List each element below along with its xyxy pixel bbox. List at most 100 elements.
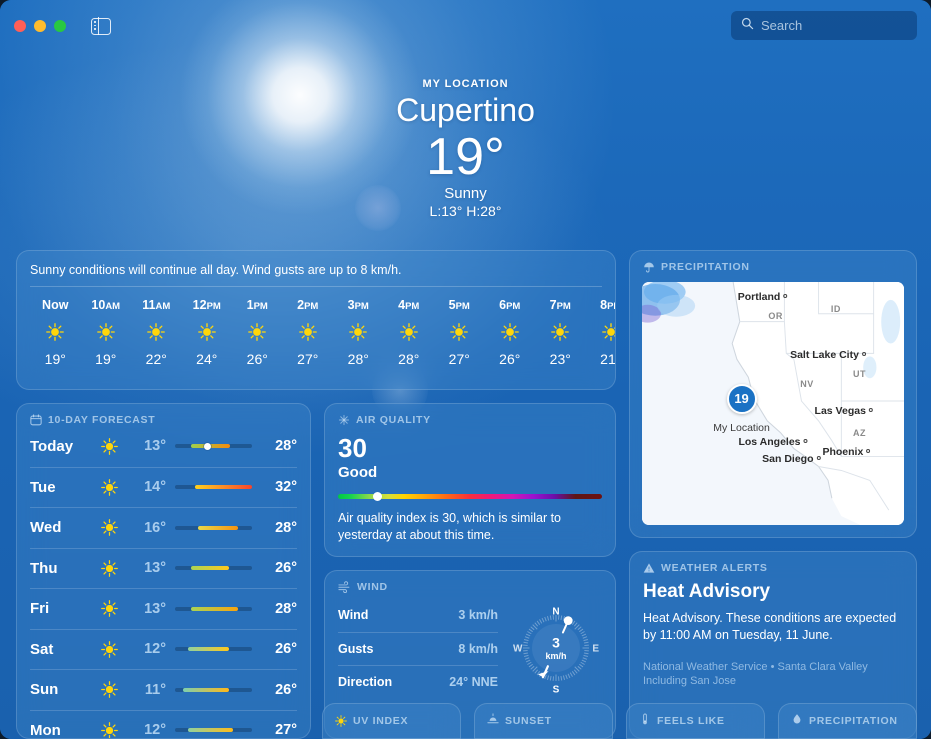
temperature-range-fill — [191, 607, 238, 611]
table-row[interactable]: Mon12°27° — [30, 710, 297, 739]
hourly-time: 5PM — [434, 298, 485, 312]
sidebar-toggle-icon[interactable] — [91, 18, 111, 35]
mini-weather-card[interactable]: UV INDEX — [322, 703, 461, 739]
table-row[interactable]: Tue14°32° — [30, 467, 297, 508]
ten-day-forecast-card[interactable]: 10-DAY FORECAST Today13°28°Tue14°32°Wed1… — [16, 403, 311, 739]
air-quality-category: Good — [325, 463, 615, 481]
hourly-entry[interactable]: 4PM28° — [384, 298, 435, 367]
map-state-label: AZ — [853, 428, 866, 438]
mini-weather-card[interactable]: FEELS LIKE — [626, 703, 765, 739]
hourly-time: Now — [30, 298, 81, 312]
hourly-entry[interactable]: 3PM 28° — [333, 298, 384, 367]
hourly-entry[interactable]: Now19° — [30, 298, 81, 367]
current-condition: Sunny — [0, 185, 931, 202]
hourly-entry[interactable]: 5PM 27° — [434, 298, 485, 367]
air-quality-marker — [373, 492, 382, 501]
day-name: Fri — [30, 600, 92, 617]
alert-title: Heat Advisory — [630, 574, 916, 603]
current-temp-marker — [204, 443, 211, 450]
wind-detail-key: Direction — [338, 675, 392, 689]
air-quality-scale — [338, 494, 602, 499]
temperature-range-bar — [175, 607, 252, 611]
sun-icon — [198, 323, 216, 341]
wind-detail-key: Wind — [338, 608, 368, 622]
weather-content: Sunny conditions will continue all day. … — [16, 250, 917, 739]
mini-card-label: UV INDEX — [353, 715, 408, 727]
hourly-temperature: 28° — [333, 351, 384, 367]
hourly-summary: Sunny conditions will continue all day. … — [17, 251, 615, 286]
map-city-label: Las Vegas — [815, 405, 873, 417]
compass-south: S — [553, 684, 560, 694]
my-location-marker[interactable]: 19 — [727, 384, 757, 414]
table-row[interactable]: Fri13°28° — [30, 588, 297, 629]
compass-west: W — [513, 643, 523, 654]
mini-weather-card[interactable]: SUNSET — [474, 703, 613, 739]
wind-body: Wind 3 km/h Gusts8 km/h Direction 24° NNE N … — [325, 593, 615, 698]
precipitation-header: PRECIPITATION — [630, 251, 916, 273]
compass-dial: N E S W 3 km/h — [510, 602, 602, 694]
wind-detail-value: 24° NNE — [449, 675, 498, 689]
table-row[interactable]: Thu13°26° — [30, 548, 297, 589]
sun-icon — [92, 438, 126, 455]
temperature-range-bar — [175, 688, 252, 692]
current-temperature: 19° — [0, 131, 931, 183]
hourly-entry[interactable]: 1PM 26° — [232, 298, 283, 367]
sun-icon — [349, 323, 367, 341]
sun-icon — [299, 323, 317, 341]
compass-speed-unit: km/h — [545, 651, 566, 661]
hourly-entry[interactable]: 2PM27° — [283, 298, 334, 367]
window-titlebar: Search — [0, 0, 931, 52]
air-quality-description: Air quality index is 30, which is simila… — [325, 499, 615, 556]
minimize-button[interactable] — [34, 20, 46, 32]
zoom-button[interactable] — [54, 20, 66, 32]
hourly-time: 6PM — [485, 298, 536, 312]
map-state-label: UT — [853, 369, 866, 379]
hourly-entry[interactable]: 8PM21° — [586, 298, 616, 367]
sun-icon — [92, 681, 126, 698]
table-row[interactable]: Sun11°26° — [30, 669, 297, 710]
day-high-temp: 26° — [261, 641, 297, 657]
hourly-entry[interactable]: 12PM24° — [182, 298, 233, 367]
hourly-time: 1PM — [232, 298, 283, 312]
hourly-forecast-card[interactable]: Sunny conditions will continue all day. … — [16, 250, 616, 390]
precipitation-map-card[interactable]: PRECIPITATION ORIDNVUTAZPortlandSalt Lak… — [629, 250, 917, 538]
warning-triangle-icon — [643, 562, 655, 574]
table-row[interactable]: Today13°28° — [30, 426, 297, 467]
map-state-label: OR — [768, 311, 783, 321]
weather-map[interactable]: ORIDNVUTAZPortlandSalt Lake CityLas Vega… — [642, 282, 904, 525]
compass-north: N — [552, 606, 559, 617]
hourly-time: 3PM — [333, 298, 384, 312]
middle-column: AIR QUALITY 30 Good Air quality index is… — [324, 403, 616, 739]
mini-weather-card[interactable]: PRECIPITATION — [778, 703, 917, 739]
temperature-range-fill — [183, 688, 228, 692]
air-quality-card[interactable]: AIR QUALITY 30 Good Air quality index is… — [324, 403, 616, 557]
day-name: Wed — [30, 519, 92, 536]
weather-window: Search MY LOCATION Cupertino 19° Sunny L… — [0, 0, 931, 739]
second-row: 10-DAY FORECAST Today13°28°Tue14°32°Wed1… — [16, 403, 616, 739]
wind-icon — [338, 581, 351, 593]
table-row[interactable]: Sat12°26° — [30, 629, 297, 670]
sun-icon — [92, 600, 126, 617]
temperature-range-fill — [188, 728, 233, 732]
mini-card-label: SUNSET — [505, 715, 552, 727]
hourly-time: 2PM — [283, 298, 334, 312]
wind-header-label: WIND — [357, 581, 388, 593]
hourly-scroll-row[interactable]: Now19°10AM19°11AM22°12PM24°1PM26°2PM27°3… — [17, 287, 615, 367]
day-low-temp: 14° — [126, 479, 166, 495]
table-row[interactable]: Wed16°28° — [30, 507, 297, 548]
hourly-entry[interactable]: 7PM23° — [535, 298, 586, 367]
hourly-temperature: 26° — [232, 351, 283, 367]
hourly-temperature: 27° — [434, 351, 485, 367]
close-button[interactable] — [14, 20, 26, 32]
hourly-entry[interactable]: 6PM26° — [485, 298, 536, 367]
compass-speed-value: 3 — [552, 634, 560, 650]
map-state-label: NV — [800, 379, 814, 389]
day-name: Tue — [30, 479, 92, 496]
day-low-temp: 13° — [126, 560, 166, 576]
wind-detail-row: Gusts8 km/h — [338, 632, 498, 665]
search-input[interactable]: Search — [731, 11, 917, 40]
weather-alerts-header: WEATHER ALERTS — [630, 552, 916, 574]
hourly-entry[interactable]: 11AM22° — [131, 298, 182, 367]
hourly-entry[interactable]: 10AM19° — [81, 298, 132, 367]
alert-source: National Weather Service • Santa Clara V… — [630, 644, 916, 700]
